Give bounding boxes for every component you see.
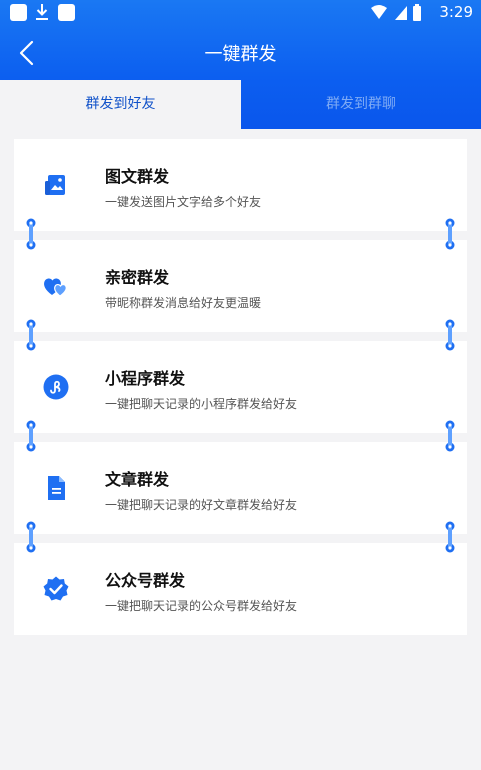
download-icon xyxy=(36,4,48,20)
tab-send-to-friends[interactable]: 群发到好友 xyxy=(0,80,241,129)
feature-title: 图文群发 xyxy=(105,167,170,186)
feature-title: 公众号群发 xyxy=(105,571,186,590)
binder-clip-icon xyxy=(445,420,455,452)
feature-description: 一键把聊天记录的公众号群发给好友 xyxy=(105,599,298,613)
feature-card-official-account[interactable]: 公众号群发 一键把聊天记录的公众号群发给好友 xyxy=(14,543,467,635)
tab-send-to-groups[interactable]: 群发到群聊 xyxy=(241,80,481,129)
page-title: 一键群发 xyxy=(204,44,277,65)
notification-square-icon xyxy=(58,4,75,21)
app-header: 3:29 一键群发 群发到好友 群发到群聊 xyxy=(0,0,481,129)
article-icon xyxy=(48,476,65,500)
binder-clip-icon xyxy=(26,420,36,452)
status-time: 3:29 xyxy=(439,3,473,21)
feature-card-image-text[interactable]: 图文群发 一键发送图片文字给多个好友 xyxy=(14,139,467,231)
binder-clip-icon xyxy=(26,218,36,250)
binder-clip-icon xyxy=(26,319,36,351)
image-text-icon xyxy=(45,175,65,195)
official-account-icon xyxy=(43,576,69,601)
binder-clip-icon xyxy=(445,319,455,351)
feature-description: 一键把聊天记录的小程序群发给好友 xyxy=(105,397,298,411)
feature-title: 小程序群发 xyxy=(105,369,186,388)
binder-clip-icon xyxy=(26,521,36,553)
binder-clip-icon xyxy=(445,218,455,250)
tab-bar: 群发到好友 群发到群聊 xyxy=(0,80,481,129)
mini-program-icon xyxy=(43,374,69,400)
feature-title: 亲密群发 xyxy=(105,268,170,287)
feature-description: 带昵称群发消息给好友更温暖 xyxy=(105,296,262,310)
binder-clip-icon xyxy=(445,521,455,553)
feature-card-article[interactable]: 文章群发 一键把聊天记录的好文章群发给好友 xyxy=(14,442,467,534)
feature-title: 文章群发 xyxy=(105,470,170,489)
feature-card-mini-program[interactable]: 小程序群发 一键把聊天记录的小程序群发给好友 xyxy=(14,341,467,433)
status-bar: 3:29 xyxy=(0,0,481,26)
hearts-icon xyxy=(44,278,67,297)
feature-description: 一键发送图片文字给多个好友 xyxy=(105,195,262,209)
feature-description: 一键把聊天记录的好文章群发给好友 xyxy=(105,498,298,512)
title-bar: 一键群发 xyxy=(0,26,481,80)
notification-square-icon xyxy=(10,4,27,21)
signal-battery-icon xyxy=(371,4,421,21)
feature-card-intimate[interactable]: 亲密群发 带昵称群发消息给好友更温暖 xyxy=(14,240,467,332)
